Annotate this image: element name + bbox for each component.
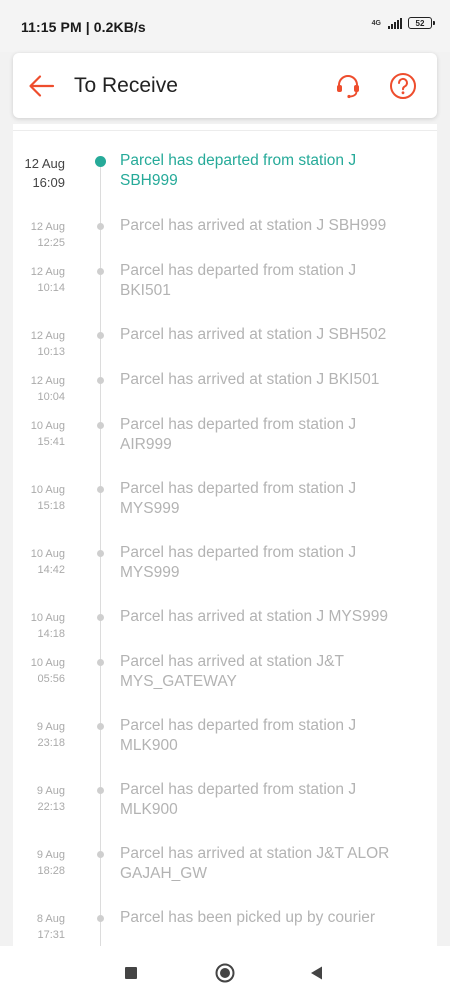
headset-icon — [337, 75, 359, 99]
timeline-dot — [97, 723, 104, 730]
timeline-dot — [97, 486, 104, 493]
event-description: Parcel has departed from station J MYS99… — [120, 480, 357, 517]
current-status-dot — [95, 156, 106, 167]
square-recents-icon — [125, 967, 137, 979]
event-date: 9 Aug 18:28 — [36, 849, 65, 877]
timeline-dot — [97, 915, 104, 922]
timeline-dot — [97, 659, 104, 666]
recents-button[interactable] — [120, 962, 142, 984]
event-date: 10 Aug 05:56 — [30, 657, 65, 685]
event-date: 12 Aug 10:14 — [30, 266, 65, 294]
event-date: 10 Aug 14:42 — [30, 548, 65, 576]
event-description: Parcel has arrived at station J&T MYS_GA… — [120, 653, 344, 690]
event-description: Parcel has departed from station J MLK90… — [120, 781, 357, 818]
signal-icon — [388, 17, 402, 29]
event-description: Parcel has arrived at station J MYS999 — [120, 608, 388, 625]
timeline-dot — [97, 614, 104, 621]
circle-home-icon — [215, 963, 235, 983]
timeline-dot — [97, 332, 104, 339]
timeline-dot — [97, 422, 104, 429]
event-description: Parcel has arrived at station J&T ALOR G… — [120, 845, 390, 882]
event-date: 10 Aug 15:41 — [30, 420, 65, 448]
event-description: Parcel has arrived at station J SBH502 — [120, 326, 387, 343]
battery-icon: 52 — [408, 17, 435, 29]
timeline-dot — [97, 787, 104, 794]
timeline-dot — [97, 851, 104, 858]
event-description: Parcel has departed from station J BKI50… — [120, 262, 357, 299]
back-arrow-icon — [29, 75, 55, 97]
timeline-dot — [97, 268, 104, 275]
event-date: 12 Aug 10:04 — [30, 375, 65, 403]
event-description: Parcel has departed from station J SBH99… — [120, 152, 357, 189]
customer-support-button[interactable] — [333, 71, 363, 101]
event-date: 8 Aug 17:31 — [36, 913, 65, 941]
help-button[interactable] — [388, 71, 418, 101]
timeline-dot — [97, 223, 104, 230]
event-description: Parcel has departed from station J MLK90… — [120, 717, 357, 754]
event-description: Parcel has departed from station J AIR99… — [120, 416, 357, 453]
timeline-dot — [97, 550, 104, 557]
status-time: 11:15 PM | 0.2KB/s — [21, 19, 146, 35]
question-circle-icon — [390, 73, 416, 99]
status-bar: 11:15 PM | 0.2KB/s 4G 52 — [0, 0, 450, 52]
divider — [13, 130, 437, 131]
back-button[interactable] — [27, 71, 57, 101]
event-description: Parcel has arrived at station J BKI501 — [120, 371, 380, 388]
status-indicators: 4G 52 — [371, 17, 435, 29]
event-date: 12 Aug 12:25 — [30, 221, 65, 249]
tracking-timeline: 12 Aug 16:09 Parcel has departed from sta… — [13, 124, 437, 946]
event-date: 12 Aug 10:13 — [30, 330, 65, 358]
system-navigation-bar — [0, 946, 450, 1000]
network-type-label: 4G — [371, 19, 381, 27]
triangle-back-icon — [311, 966, 322, 980]
event-description: Parcel has been picked up by courier — [120, 909, 376, 926]
event-date: 10 Aug 14:18 — [30, 612, 65, 640]
event-description: Parcel has departed from station J MYS99… — [120, 544, 357, 581]
event-date: 9 Aug 22:13 — [36, 785, 65, 813]
system-back-button[interactable] — [306, 962, 328, 984]
event-description: Parcel has arrived at station J SBH999 — [120, 217, 387, 234]
home-button[interactable] — [214, 962, 236, 984]
event-date: 10 Aug 15:18 — [30, 484, 65, 512]
event-date: 12 Aug 16:09 — [24, 156, 66, 190]
event-date: 9 Aug 23:18 — [36, 721, 65, 749]
page-title: To Receive — [74, 74, 178, 97]
timeline-dot — [97, 377, 104, 384]
battery-level: 52 — [415, 18, 425, 28]
app-header: To Receive — [13, 53, 437, 118]
